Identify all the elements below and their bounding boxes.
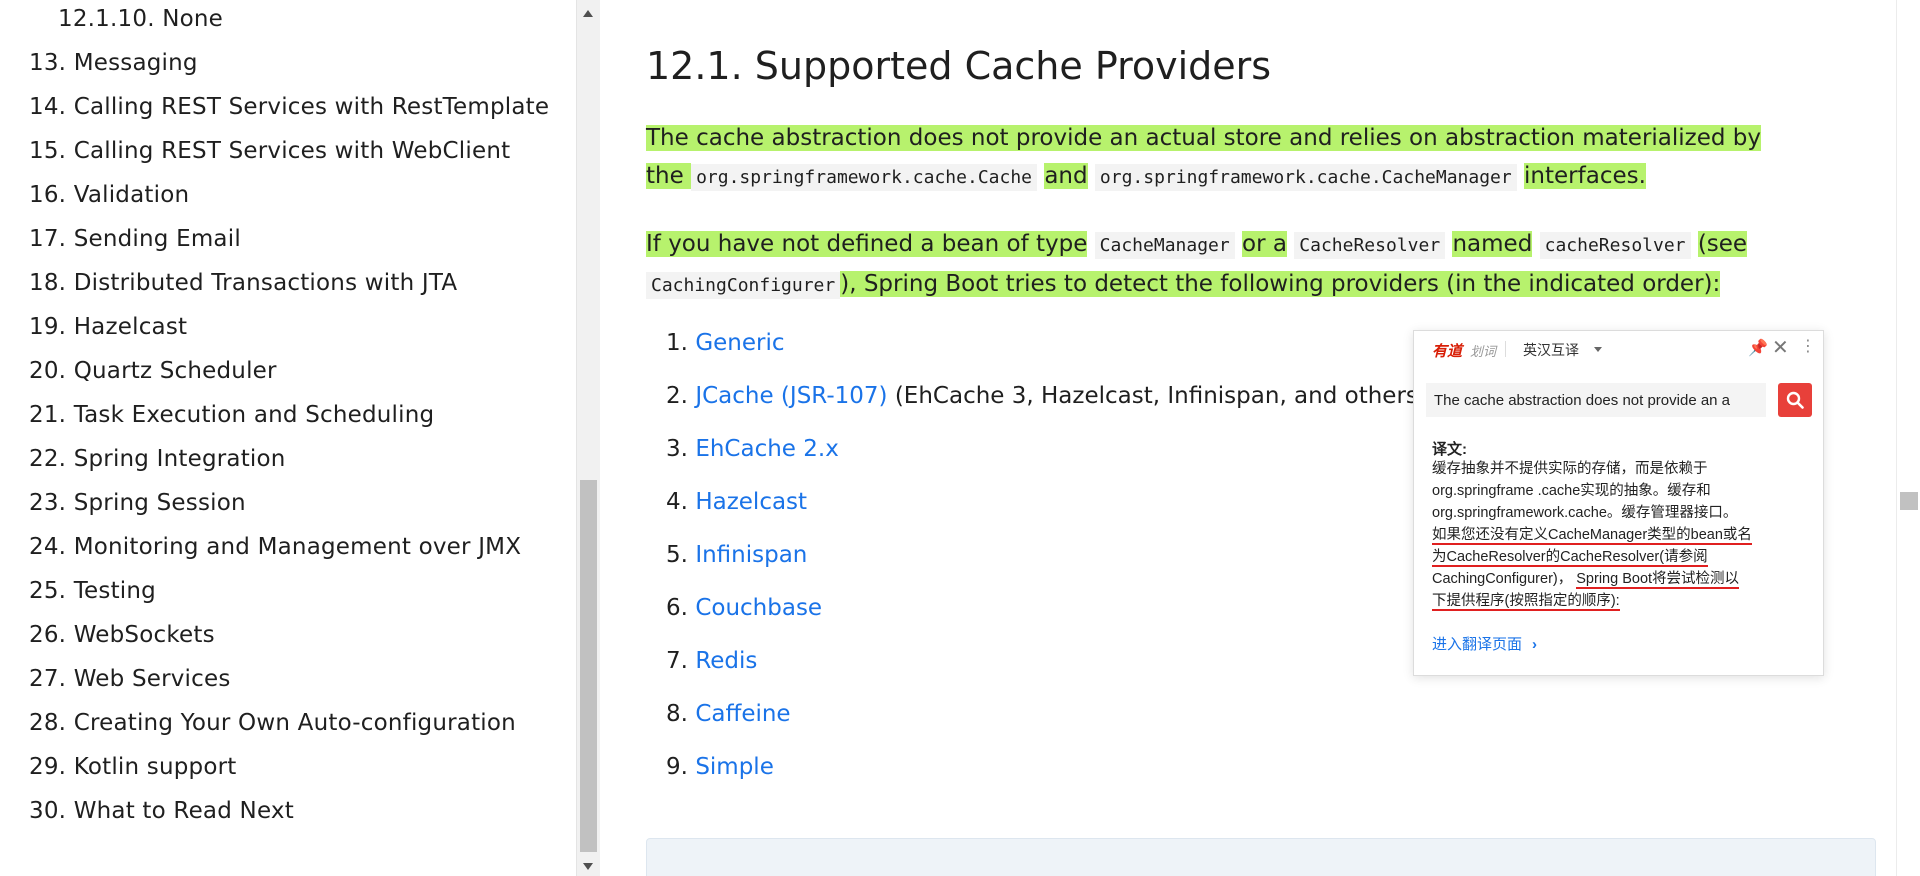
toc-item[interactable]: 30. What to Read Next xyxy=(29,798,294,824)
provider-item: 7. Redis xyxy=(646,648,1427,701)
toc-item[interactable]: 24. Monitoring and Management over JMX xyxy=(29,534,521,560)
translation-line: org.springframework.cache。缓存管理器接口。 xyxy=(1432,505,1738,521)
underlined-translation-line: Spring Boot将尝试检测以 xyxy=(1576,571,1740,589)
more-options-icon[interactable]: ⋮ xyxy=(1800,336,1816,355)
underlined-translation-line: 下提供程序(按照指定的顺序): xyxy=(1432,593,1620,611)
provider-item: 1. Generic xyxy=(646,330,1427,383)
provider-link[interactable]: Hazelcast xyxy=(695,489,807,515)
search-icon xyxy=(1786,391,1804,409)
underlined-translation-line: 为CacheResolver的CacheResolver(请参阅 xyxy=(1432,549,1708,567)
code-cacheresolver-name: cacheResolver xyxy=(1539,232,1691,259)
underlined-translation-line: 如果您还没有定义CacheManager类型的bean或名 xyxy=(1432,527,1752,545)
scroll-up-arrow-icon[interactable] xyxy=(583,10,593,17)
page-scrollbar[interactable] xyxy=(1896,0,1920,876)
open-translation-page-label: 进入翻译页面 xyxy=(1432,636,1523,653)
provider-list: 1. Generic 2. JCache (JSR-107) (EhCache 3… xyxy=(646,330,1427,807)
toc-item[interactable]: 12.1.10. None xyxy=(58,6,223,32)
translation-popup: 有道 划词 英汉互译 📌 ✕ ⋮ 译文: 缓存抽象并不提供实际的存储，而是依赖于… xyxy=(1413,330,1824,676)
highlighted-text: If you have not defined a bean of type xyxy=(646,231,1088,257)
code-cachingconfigurer: CachingConfigurer xyxy=(646,272,841,299)
provider-item: 6. Couchbase xyxy=(646,595,1427,648)
provider-item: 5. Infinispan xyxy=(646,542,1427,595)
language-mode-dropdown[interactable]: 英汉互译 xyxy=(1523,340,1579,360)
highlighted-text: interfaces. xyxy=(1524,163,1646,189)
code-cachemanager: org.springframework.cache.CacheManager xyxy=(1094,164,1517,191)
chevron-right-icon: › xyxy=(1532,636,1538,653)
provider-item: 8. Caffeine xyxy=(646,701,1427,754)
toc-item[interactable]: 20. Quartz Scheduler xyxy=(29,358,277,384)
page-title: 12.1. Supported Cache Providers xyxy=(646,44,1272,88)
code-cachemanager-type: CacheManager xyxy=(1094,232,1235,259)
toc-item[interactable]: 17. Sending Email xyxy=(29,226,241,252)
provider-item: 2. JCache (JSR-107) (EhCache 3, Hazelcas… xyxy=(646,383,1427,436)
toc-item[interactable]: 22. Spring Integration xyxy=(29,446,286,472)
highlighted-text: ), Spring Boot tries to detect the follo… xyxy=(840,271,1721,297)
code-cache: org.springframework.cache.Cache xyxy=(691,164,1038,191)
toc-scrollbar-thumb[interactable] xyxy=(580,480,597,852)
chevron-down-icon[interactable] xyxy=(1594,347,1602,352)
pin-icon[interactable]: 📌 xyxy=(1748,338,1768,357)
translation-line: org.springframe .cache实现的抽象。缓存和 xyxy=(1432,483,1711,499)
provider-link[interactable]: Caffeine xyxy=(695,701,790,727)
toc-item[interactable]: 21. Task Execution and Scheduling xyxy=(29,402,434,428)
page-scrollbar-thumb[interactable] xyxy=(1900,492,1918,510)
translation-line: CachingConfigurer)， xyxy=(1432,571,1573,587)
scroll-down-arrow-icon[interactable] xyxy=(583,863,593,870)
translation-label: 译文: xyxy=(1432,441,1467,458)
toc-item[interactable]: 18. Distributed Transactions with JTA xyxy=(29,270,457,296)
provider-item: 9. Simple xyxy=(646,754,1427,807)
provider-link[interactable]: JCache (JSR-107) xyxy=(695,383,887,409)
toc-item[interactable]: 16. Validation xyxy=(29,182,189,208)
translation-text: 缓存抽象并不提供实际的存储，而是依赖于 org.springframe .cac… xyxy=(1432,458,1812,612)
toc-item[interactable]: 14. Calling REST Services with RestTempl… xyxy=(29,94,549,120)
provider-number: 5. xyxy=(666,542,688,568)
provider-item: 3. EhCache 2.x xyxy=(646,436,1427,489)
toc-item[interactable]: 13. Messaging xyxy=(29,50,198,76)
provider-number: 4. xyxy=(666,489,688,515)
highlighted-text: and xyxy=(1044,163,1088,189)
toc-item[interactable]: 29. Kotlin support xyxy=(29,754,237,780)
provider-number: 9. xyxy=(666,754,688,780)
toc-item[interactable]: 15. Calling REST Services with WebClient xyxy=(29,138,510,164)
provider-link[interactable]: EhCache 2.x xyxy=(695,436,839,462)
highlighted-text: named xyxy=(1452,231,1533,257)
toc-scrollbar[interactable] xyxy=(576,0,600,876)
toc-item[interactable]: 26. WebSockets xyxy=(29,622,215,648)
detection-paragraph: If you have not defined a bean of type C… xyxy=(646,225,1786,305)
toc-item[interactable]: 25. Testing xyxy=(29,578,156,604)
search-button[interactable] xyxy=(1778,383,1812,417)
intro-paragraph: The cache abstraction does not provide a… xyxy=(646,119,1786,197)
toc-item[interactable]: 27. Web Services xyxy=(29,666,231,692)
provider-number: 2. xyxy=(666,383,688,409)
highlighted-text: or a xyxy=(1242,231,1287,257)
provider-number: 8. xyxy=(666,701,688,727)
translation-input[interactable] xyxy=(1426,383,1766,417)
toc-item[interactable]: 19. Hazelcast xyxy=(29,314,187,340)
youdao-logo-sub: 划词 xyxy=(1470,345,1497,360)
provider-number: 3. xyxy=(666,436,688,462)
provider-link[interactable]: Couchbase xyxy=(695,595,822,621)
code-cacheresolver-type: CacheResolver xyxy=(1294,232,1446,259)
open-translation-page-link[interactable]: 进入翻译页面 › xyxy=(1432,633,1537,654)
provider-link[interactable]: Simple xyxy=(695,754,774,780)
provider-note: (EhCache 3, Hazelcast, Infinispan, and o… xyxy=(894,383,1427,409)
toc-item[interactable]: 28. Creating Your Own Auto-configuration xyxy=(29,710,516,736)
admonition-box xyxy=(646,838,1876,876)
provider-link[interactable]: Redis xyxy=(695,648,757,674)
provider-link[interactable]: Generic xyxy=(695,330,784,356)
header-divider xyxy=(1505,341,1506,357)
toc-sidebar: 12.1.10. None 13. Messaging 14. Calling RE… xyxy=(0,0,576,876)
highlighted-text: (see xyxy=(1697,231,1748,257)
youdao-logo: 有道 xyxy=(1432,342,1463,360)
provider-number: 7. xyxy=(666,648,688,674)
toc-item[interactable]: 23. Spring Session xyxy=(29,490,246,516)
provider-item: 4. Hazelcast xyxy=(646,489,1427,542)
provider-number: 1. xyxy=(666,330,688,356)
popup-header: 有道 划词 英汉互译 📌 ✕ ⋮ xyxy=(1414,331,1823,367)
translation-line: 缓存抽象并不提供实际的存储，而是依赖于 xyxy=(1432,461,1708,477)
close-icon[interactable]: ✕ xyxy=(1772,335,1789,359)
provider-number: 6. xyxy=(666,595,688,621)
provider-link[interactable]: Infinispan xyxy=(695,542,807,568)
